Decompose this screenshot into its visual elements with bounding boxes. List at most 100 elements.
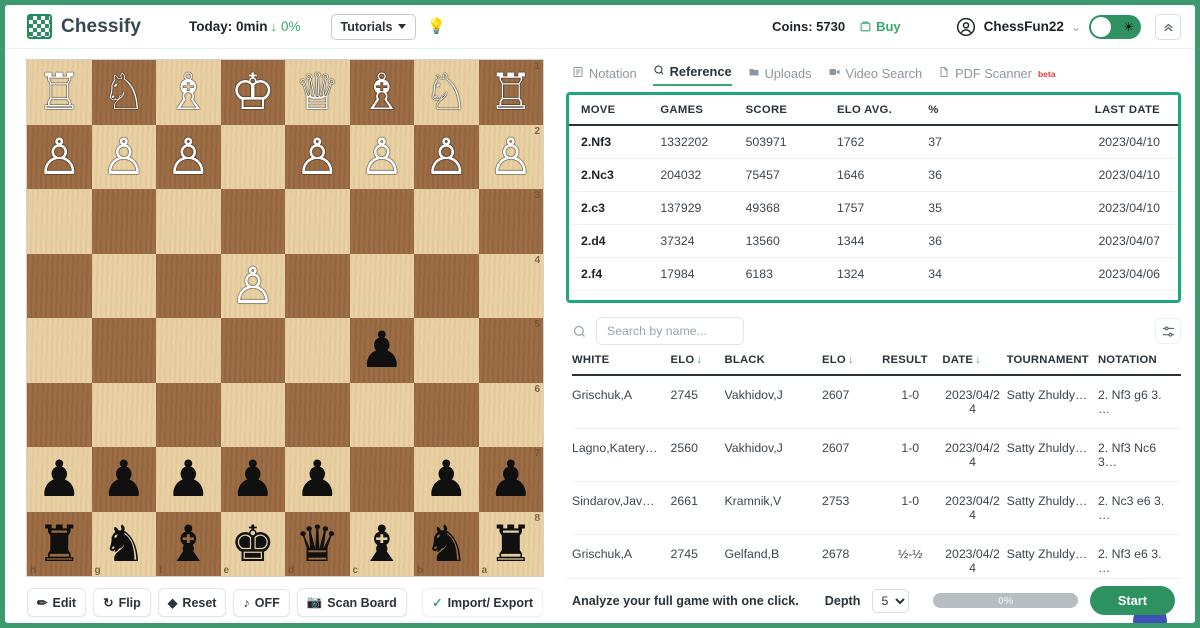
board-square[interactable] — [285, 382, 350, 447]
board-square[interactable]: ♟ — [27, 447, 92, 512]
table-row[interactable]: Lagno,Katery… 2560 Vakhidov,J 2607 1-0 2023/0… — [572, 428, 1181, 482]
chess-piece[interactable]: ♟ — [101, 454, 146, 504]
board-square[interactable]: ♟ — [220, 447, 285, 512]
games-column-header[interactable]: RESULT — [882, 354, 943, 376]
user-menu[interactable]: ChessFun22 — [956, 17, 1064, 37]
chess-piece[interactable]: ♜ — [37, 519, 82, 569]
chess-piece[interactable]: ♙ — [359, 132, 404, 182]
games-column-header[interactable]: WHITE — [572, 354, 671, 376]
chess-piece[interactable]: ♖ — [37, 67, 82, 117]
tutorials-dropdown[interactable]: Tutorials — [330, 13, 417, 40]
chess-piece[interactable]: ♕ — [295, 67, 340, 117]
chess-piece[interactable]: ♟ — [166, 454, 211, 504]
chess-piece[interactable]: ♝ — [166, 519, 211, 569]
reference-column-header[interactable]: LAST DATE — [989, 95, 1178, 126]
board-square[interactable]: ♙ — [414, 124, 479, 189]
chess-piece[interactable]: ♟ — [230, 454, 275, 504]
board-square[interactable]: ♙ — [220, 253, 285, 318]
collapse-header-button[interactable] — [1155, 13, 1181, 40]
board-square[interactable] — [414, 318, 479, 383]
games-column-header[interactable]: ELO ↓ — [822, 354, 883, 376]
tab-notation[interactable]: Notation — [572, 66, 637, 86]
board-square[interactable] — [220, 124, 285, 189]
chess-piece[interactable]: ♚ — [230, 519, 275, 569]
chess-piece[interactable]: ♗ — [359, 67, 404, 117]
board-square[interactable] — [414, 382, 479, 447]
board-square[interactable]: ♞ g — [91, 511, 156, 576]
board-square[interactable] — [156, 318, 221, 383]
table-row[interactable]: Sindarov,Jav… 2661 Kramnik,V 2753 1-0 2023/04… — [572, 481, 1181, 535]
search-input[interactable] — [596, 317, 744, 345]
board-square[interactable] — [156, 253, 221, 318]
theme-toggle[interactable]: ☀ — [1089, 14, 1141, 39]
board-square[interactable]: ♙ — [285, 124, 350, 189]
chess-piece[interactable]: ♙ — [230, 261, 275, 311]
tab-uploads[interactable]: Uploads — [748, 66, 812, 86]
filter-button[interactable] — [1155, 318, 1181, 344]
games-column-header[interactable]: TOURNAMENT — [1006, 354, 1098, 376]
tab-pdf-scanner[interactable]: PDF Scanner beta — [938, 66, 1055, 86]
board-square[interactable]: ♖ 1 — [478, 60, 543, 125]
board-square[interactable]: 4 — [478, 253, 543, 318]
depth-select[interactable]: 12345678 — [872, 588, 910, 613]
tab-video-search[interactable]: Video Search — [828, 66, 922, 86]
board-square[interactable] — [349, 382, 414, 447]
board-square[interactable]: ♟ — [285, 447, 350, 512]
reference-row[interactable]: 2.c3 137929 49368 1757 35 2023/04/10 — [569, 191, 1178, 225]
board-square[interactable] — [91, 253, 156, 318]
board-square[interactable] — [27, 318, 92, 383]
chess-piece[interactable]: ♛ — [295, 519, 340, 569]
board-square[interactable] — [349, 253, 414, 318]
tab-reference[interactable]: Reference — [652, 64, 732, 86]
games-column-header[interactable]: NOTATION — [1097, 354, 1181, 376]
reference-column-header[interactable]: MOVE — [569, 95, 661, 126]
board-square[interactable]: ♟ 7 — [478, 447, 543, 512]
board-square[interactable]: 3 — [478, 189, 543, 254]
board-square[interactable] — [285, 253, 350, 318]
user-chevron-down-icon[interactable]: ⌄ — [1071, 20, 1081, 34]
chess-board[interactable]: ♖ ♘ ♗ ♔ ♕ ♗ ♘ ♖ 1 ♙ ♙ ♙ ♙ ♙ ♙ ♙ 2 3 ♙ 4 ♟ 5 6 ♟ ♟ ♟ ♟ ♟ ♟ ♟ 7 ♜ h ♞ g ♝ f ♚ e ♛… — [27, 60, 543, 576]
lightbulb-icon[interactable]: 💡 — [427, 19, 446, 34]
board-tool-scan-board[interactable]: 📷 Scan Board — [296, 588, 407, 617]
chess-piece[interactable]: ♟ — [424, 454, 469, 504]
board-square[interactable] — [414, 253, 479, 318]
board-square[interactable]: ♝ c — [349, 511, 414, 576]
board-square[interactable]: ♙ — [349, 124, 414, 189]
board-square[interactable] — [27, 253, 92, 318]
games-column-header[interactable]: ELO ↓ — [670, 354, 725, 376]
reference-column-header[interactable]: GAMES — [660, 95, 746, 126]
chess-piece[interactable]: ♟ — [488, 454, 533, 504]
chess-piece[interactable]: ♟ — [37, 454, 82, 504]
reference-row[interactable]: 2.d31359346681650342023/04/06 — [569, 290, 1178, 300]
chess-piece[interactable]: ♙ — [166, 132, 211, 182]
reference-row[interactable]: 2.f4 17984 6183 1324 34 2023/04/06 — [569, 257, 1178, 291]
board-tool-reset[interactable]: ◆ Reset — [157, 588, 227, 617]
chess-piece[interactable]: ♟ — [295, 454, 340, 504]
board-square[interactable] — [91, 189, 156, 254]
board-square[interactable] — [91, 382, 156, 447]
chess-piece[interactable]: ♝ — [359, 519, 404, 569]
reference-column-header[interactable]: SCORE — [745, 95, 837, 126]
board-square[interactable]: ♛ d — [285, 511, 350, 576]
reference-row[interactable]: 2.d4 37324 13560 1344 36 2023/04/07 — [569, 224, 1178, 258]
board-square[interactable]: ♟ — [349, 318, 414, 383]
board-tool-edit[interactable]: ✏ Edit — [27, 588, 87, 617]
board-square[interactable]: ♖ — [27, 60, 92, 125]
board-square[interactable]: ♕ — [285, 60, 350, 125]
board-square[interactable] — [156, 189, 221, 254]
import-export-button[interactable]: ✓ Import/ Export — [422, 588, 543, 617]
board-square[interactable]: ♘ — [91, 60, 156, 125]
board-square[interactable] — [285, 318, 350, 383]
board-square[interactable] — [220, 382, 285, 447]
games-column-header[interactable]: BLACK — [724, 354, 822, 376]
board-square[interactable]: ♟ — [414, 447, 479, 512]
chess-piece[interactable]: ♙ — [424, 132, 469, 182]
board-square[interactable]: 5 — [478, 318, 543, 383]
board-square[interactable] — [220, 318, 285, 383]
chess-piece[interactable]: ♔ — [230, 67, 275, 117]
chess-piece[interactable]: ♞ — [424, 519, 469, 569]
board-square[interactable]: ♗ — [156, 60, 221, 125]
board-square[interactable]: ♙ — [27, 124, 92, 189]
board-square[interactable]: 6 — [478, 382, 543, 447]
board-square[interactable]: ♙ 2 — [478, 124, 543, 189]
